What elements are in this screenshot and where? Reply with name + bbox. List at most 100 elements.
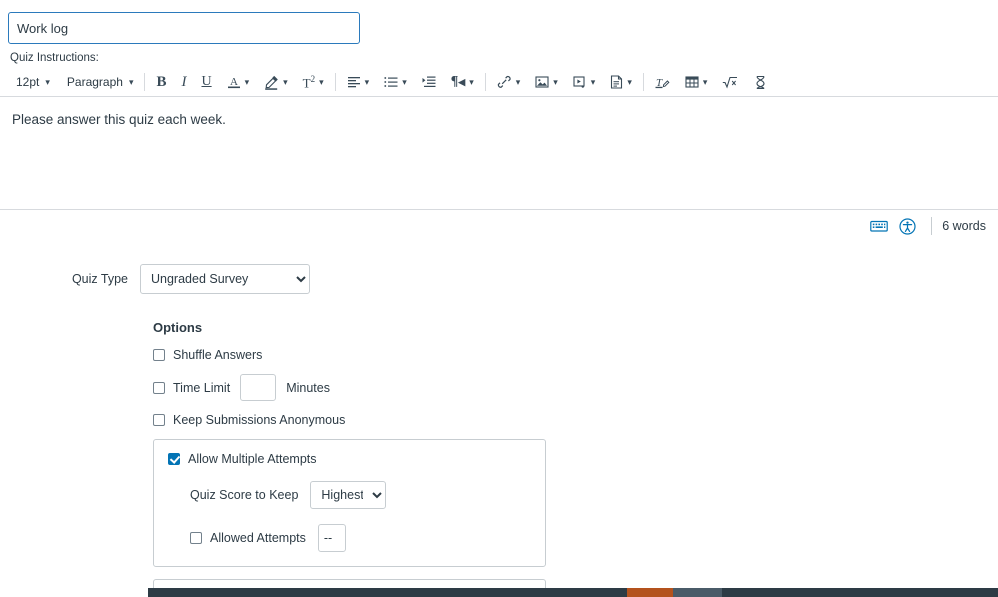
toolbar-divider bbox=[144, 73, 146, 91]
keep-anonymous-checkbox[interactable] bbox=[153, 414, 165, 426]
chevron-down-icon: ▾ bbox=[469, 76, 474, 87]
apps-icon bbox=[753, 75, 768, 90]
status-divider bbox=[931, 217, 933, 235]
chevron-down-icon: ▾ bbox=[364, 76, 370, 87]
multiple-attempts-box: Allow Multiple Attempts Quiz Score to Ke… bbox=[153, 439, 546, 567]
table-icon bbox=[685, 75, 699, 89]
allowed-attempts-input[interactable] bbox=[317, 524, 346, 552]
rich-content-editor-toolbar: 12pt ▾ Paragraph ▾ B I U A ▾ ▾ T2 ▾ ▾ ▾ … bbox=[0, 68, 998, 97]
allowed-attempts-checkbox[interactable] bbox=[190, 532, 202, 544]
bottom-bar-segment-dark-right bbox=[722, 588, 998, 597]
accessibility-checker-button[interactable] bbox=[893, 214, 921, 238]
options-section: Options Shuffle Answers Time Limit Minut… bbox=[0, 294, 998, 597]
media-button[interactable]: ▾ bbox=[569, 70, 600, 94]
indent-icon bbox=[422, 75, 436, 89]
bottom-bar-segment-orange bbox=[627, 588, 673, 597]
quiz-type-row: Quiz Type Graded QuizPractice QuizGraded… bbox=[0, 264, 998, 294]
bottom-bar-segment-gray bbox=[673, 588, 722, 597]
toolbar-divider bbox=[484, 73, 486, 91]
italic-button[interactable]: I bbox=[177, 70, 190, 94]
table-button[interactable]: ▾ bbox=[681, 70, 712, 94]
chevron-down-icon: ▾ bbox=[45, 76, 50, 87]
superscript-icon: T2 bbox=[302, 73, 316, 91]
shuffle-answers-checkbox[interactable] bbox=[153, 349, 165, 361]
editor-status-bar: 6 words bbox=[0, 210, 998, 242]
document-icon bbox=[610, 75, 623, 89]
allow-multiple-attempts-row: Allow Multiple Attempts bbox=[168, 452, 531, 466]
quiz-title-input[interactable] bbox=[8, 12, 360, 44]
align-left-icon bbox=[347, 75, 361, 89]
bulleted-list-icon bbox=[384, 75, 398, 89]
underline-icon: U bbox=[201, 74, 212, 89]
highlight-color-icon bbox=[264, 75, 279, 90]
toolbar-divider bbox=[334, 73, 336, 91]
time-limit-checkbox[interactable] bbox=[153, 381, 165, 394]
chevron-down-icon: ▾ bbox=[553, 76, 558, 87]
block-format-value: Paragraph bbox=[66, 75, 123, 89]
link-button[interactable]: ▾ bbox=[493, 70, 525, 94]
keyboard-shortcuts-button[interactable] bbox=[865, 214, 893, 238]
time-limit-minutes-input[interactable] bbox=[240, 374, 277, 401]
shuffle-answers-row: Shuffle Answers bbox=[153, 348, 998, 362]
time-limit-label[interactable]: Time Limit bbox=[173, 381, 230, 395]
allowed-attempts-label[interactable]: Allowed Attempts bbox=[210, 531, 306, 545]
time-limit-row: Time Limit Minutes bbox=[153, 374, 998, 401]
bold-button[interactable]: B bbox=[152, 70, 170, 94]
quiz-type-label: Quiz Type bbox=[71, 272, 128, 286]
quiz-options-form: Quiz Type Graded QuizPractice QuizGraded… bbox=[0, 242, 998, 597]
align-button[interactable]: ▾ bbox=[343, 70, 374, 94]
keep-anonymous-row: Keep Submissions Anonymous bbox=[153, 413, 998, 427]
accessibility-checker-icon bbox=[899, 217, 916, 235]
quiz-score-to-keep-label: Quiz Score to Keep bbox=[190, 488, 299, 502]
indent-button[interactable] bbox=[418, 70, 440, 94]
quiz-score-to-keep-select[interactable]: HighestLatestAverage bbox=[310, 481, 387, 509]
superscript-button[interactable]: T2 ▾ bbox=[299, 70, 328, 94]
image-button[interactable]: ▾ bbox=[531, 70, 562, 94]
keyboard-shortcuts-icon bbox=[870, 219, 889, 233]
quiz-title-row bbox=[0, 0, 998, 44]
options-heading: Options bbox=[153, 320, 203, 335]
math-equation-button[interactable] bbox=[718, 70, 742, 94]
paragraph-direction-button[interactable]: ¶◀ ▾ bbox=[447, 70, 478, 94]
bottom-bar-segment-dark-left bbox=[148, 588, 627, 597]
chevron-down-icon: ▾ bbox=[128, 76, 134, 87]
chevron-down-icon: ▾ bbox=[627, 76, 632, 87]
bottom-status-bar bbox=[148, 588, 998, 597]
font-size-dropdown[interactable]: 12pt ▾ bbox=[10, 70, 54, 94]
toolbar-divider bbox=[642, 73, 644, 91]
apps-button[interactable] bbox=[749, 70, 772, 94]
underline-button[interactable]: U bbox=[197, 70, 215, 94]
clear-formatting-button[interactable]: T bbox=[651, 70, 674, 94]
image-icon bbox=[535, 75, 549, 89]
link-icon bbox=[497, 75, 512, 89]
quiz-score-to-keep-row: Quiz Score to Keep HighestLatestAverage bbox=[168, 481, 531, 509]
chevron-down-icon: ▾ bbox=[702, 76, 708, 87]
chevron-down-icon: ▾ bbox=[283, 76, 288, 87]
quiz-instructions-label: Quiz Instructions: bbox=[10, 52, 99, 64]
word-count-label: 6 words bbox=[942, 219, 986, 233]
text-color-icon: A bbox=[227, 75, 241, 90]
allowed-attempts-row: Allowed Attempts bbox=[168, 524, 531, 552]
list-button[interactable]: ▾ bbox=[380, 70, 411, 94]
text-color-button[interactable]: A ▾ bbox=[223, 70, 254, 94]
allow-multiple-attempts-checkbox[interactable] bbox=[168, 453, 180, 465]
block-format-dropdown[interactable]: Paragraph ▾ bbox=[61, 70, 138, 94]
document-button[interactable]: ▾ bbox=[606, 70, 636, 94]
svg-text:A: A bbox=[230, 76, 238, 88]
chevron-down-icon: ▾ bbox=[590, 76, 596, 87]
media-icon bbox=[573, 75, 587, 89]
font-size-value: 12pt bbox=[16, 75, 40, 89]
chevron-down-icon: ▾ bbox=[402, 76, 407, 87]
quiz-type-select[interactable]: Graded QuizPractice QuizGraded SurveyUng… bbox=[140, 264, 310, 294]
bold-icon: B bbox=[156, 73, 167, 90]
highlight-color-button[interactable]: ▾ bbox=[260, 70, 292, 94]
keep-anonymous-label[interactable]: Keep Submissions Anonymous bbox=[173, 413, 345, 427]
minutes-label: Minutes bbox=[286, 380, 330, 395]
shuffle-answers-label[interactable]: Shuffle Answers bbox=[173, 348, 262, 362]
paragraph-direction-icon: ¶◀ bbox=[450, 74, 466, 89]
rich-content-editor-body[interactable]: Please answer this quiz each week. bbox=[0, 97, 998, 210]
italic-icon: I bbox=[181, 73, 187, 90]
chevron-down-icon: ▾ bbox=[515, 76, 521, 87]
chevron-down-icon: ▾ bbox=[319, 76, 324, 87]
allow-multiple-attempts-label[interactable]: Allow Multiple Attempts bbox=[188, 452, 317, 466]
